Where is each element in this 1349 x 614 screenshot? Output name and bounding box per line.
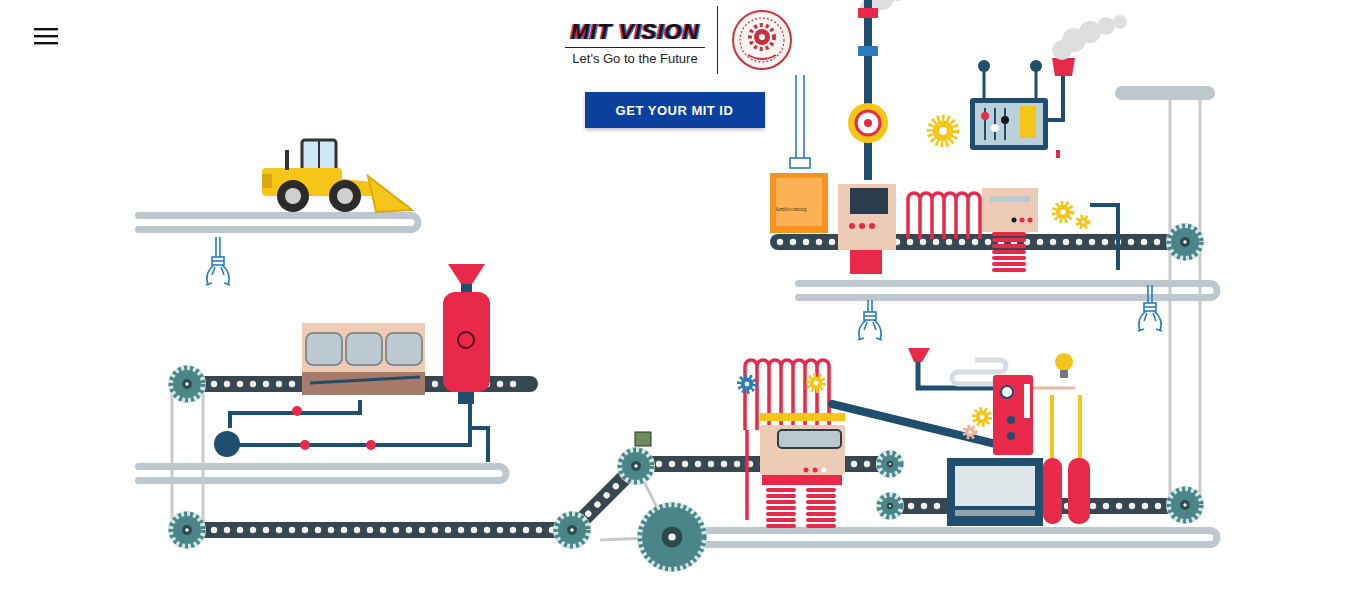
logo[interactable]: MIT VISIONLet's Go to the Future xyxy=(555,5,795,75)
bulldozer-icon xyxy=(262,140,412,212)
cog-icon xyxy=(1077,216,1089,228)
cog-icon xyxy=(739,376,755,392)
bulb-icon xyxy=(1033,353,1075,388)
gear-icon xyxy=(617,447,655,485)
spring xyxy=(806,488,836,528)
control-panel xyxy=(970,58,1075,158)
logo-tagline: Let's Go to the Future xyxy=(572,48,697,66)
claw-icon xyxy=(858,300,882,340)
claw-icon xyxy=(206,237,230,285)
cog-icon xyxy=(974,409,990,425)
cog-icon xyxy=(964,426,976,438)
spring-machine xyxy=(982,188,1038,272)
menu-button[interactable] xyxy=(33,24,59,48)
spring xyxy=(766,488,796,528)
control-tower xyxy=(993,375,1033,455)
diagonal-pipe xyxy=(832,404,1000,445)
upper-right-rail xyxy=(795,280,1217,301)
smoke xyxy=(1052,15,1127,60)
claw-icon xyxy=(1138,285,1162,331)
conveyor-belt xyxy=(178,522,578,538)
spring xyxy=(992,232,1026,272)
top-bar-spacer xyxy=(794,5,1349,128)
red-tank xyxy=(443,264,490,404)
cog-icon xyxy=(930,118,956,144)
machine xyxy=(838,184,896,274)
cog-icon xyxy=(1054,203,1072,221)
oven-machine xyxy=(947,458,1043,526)
top-right-rail xyxy=(1115,86,1215,100)
hanging-rods xyxy=(790,75,810,168)
support-rods xyxy=(172,100,1200,540)
press-machine xyxy=(760,413,845,528)
pump xyxy=(214,431,240,457)
coil-pipe xyxy=(908,193,980,239)
top-bar: MIT VISIONLet's Go to the Future GET YOUR… xyxy=(0,0,1349,128)
logo-divider xyxy=(717,6,718,74)
vertical-pipe xyxy=(848,0,888,180)
cog-icon xyxy=(808,375,824,391)
brand-area: MIT VISIONLet's Go to the Future GET YOUR… xyxy=(555,5,795,128)
gear-icon xyxy=(1166,223,1204,261)
gear-icon xyxy=(876,492,904,520)
lower-left-rail xyxy=(135,463,506,484)
top-left-rail xyxy=(135,212,418,233)
crusher-box xyxy=(302,323,425,395)
institute-emblem-icon xyxy=(730,5,794,75)
small-robot xyxy=(635,432,651,446)
gear-icon xyxy=(1166,486,1204,524)
get-id-button[interactable]: GET YOUR MIT ID xyxy=(585,92,765,128)
landing-page: Ambicoming MIT VISIONLet's Go to the Futu… xyxy=(0,0,1349,614)
valves xyxy=(292,406,376,450)
orange-box: Ambicoming xyxy=(770,173,828,233)
logo-text: MIT VISIONLet's Go to the Future xyxy=(565,15,706,66)
svg-text:Ambicoming: Ambicoming xyxy=(775,206,807,212)
pipes xyxy=(230,400,488,462)
gear-icon xyxy=(637,502,707,572)
logo-title: MIT VISION xyxy=(565,15,706,48)
gear-icon xyxy=(168,511,206,549)
menu-icon xyxy=(34,27,58,45)
gear-icon xyxy=(168,365,206,403)
gear-icon xyxy=(553,511,591,549)
bottom-right-rail xyxy=(700,527,1217,548)
gas-cylinders xyxy=(1043,395,1090,524)
gear-icon xyxy=(876,450,904,478)
